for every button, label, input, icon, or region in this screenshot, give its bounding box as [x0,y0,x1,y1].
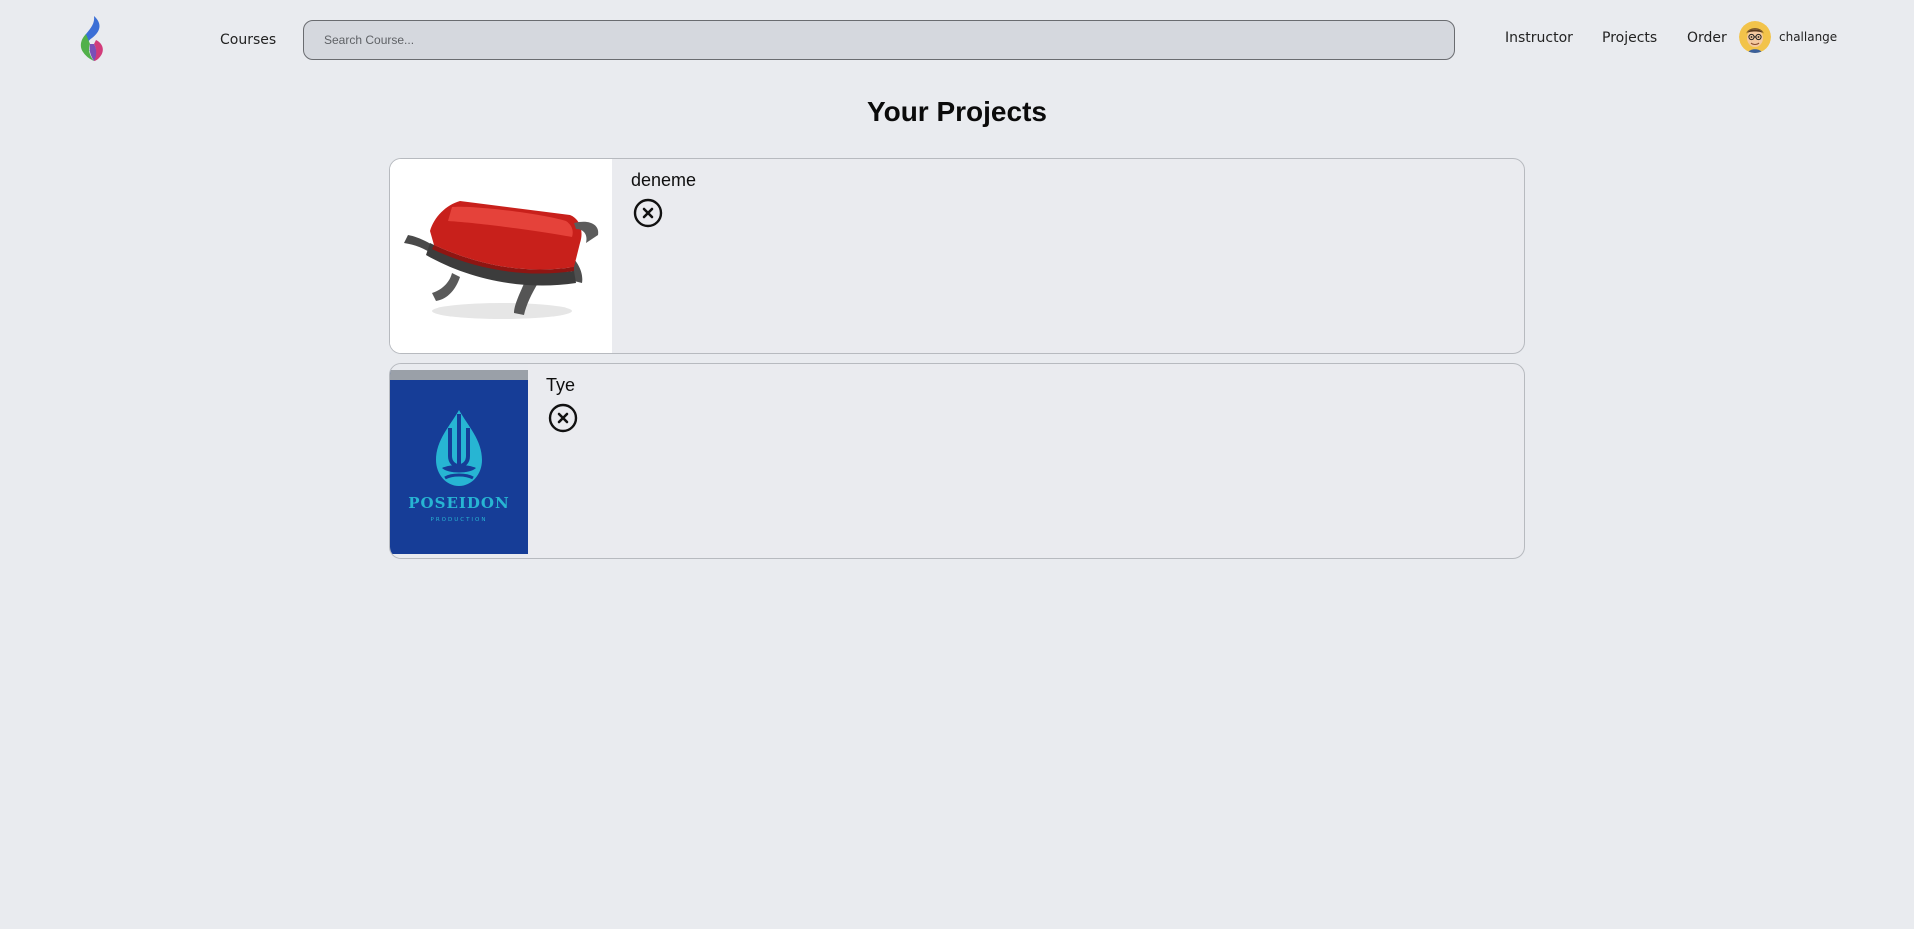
project-name: Tye [546,375,576,395]
project-card[interactable]: POSEIDON PRODUCTION Tye [389,363,1525,559]
svg-text:PRODUCTION: PRODUCTION [431,517,488,523]
svg-text:POSEIDON: POSEIDON [408,494,509,512]
project-card[interactable]: deneme [389,158,1525,354]
nav-link-projects[interactable]: Projects [1602,30,1657,46]
poseidon-production-logo-image: POSEIDON PRODUCTION [390,364,528,558]
nav-link-courses[interactable]: Courses [220,32,276,48]
project-thumbnail: POSEIDON PRODUCTION [390,364,528,558]
flame-logo-icon[interactable] [72,14,110,62]
project-thumbnail [390,159,612,353]
circle-x-icon[interactable] [548,403,578,433]
nav-link-instructor[interactable]: Instructor [1505,30,1573,46]
red-grill-product-image [390,159,612,353]
user-avatar-icon[interactable] [1739,21,1771,53]
top-navbar: Courses Instructor Projects Order challa… [0,0,1914,80]
username-label[interactable]: challange [1779,30,1837,44]
circle-x-icon[interactable] [633,198,663,228]
project-name: deneme [631,170,697,190]
page-title: Your Projects [867,96,1047,127]
search-input[interactable] [303,20,1455,60]
nav-link-order[interactable]: Order [1687,30,1727,46]
